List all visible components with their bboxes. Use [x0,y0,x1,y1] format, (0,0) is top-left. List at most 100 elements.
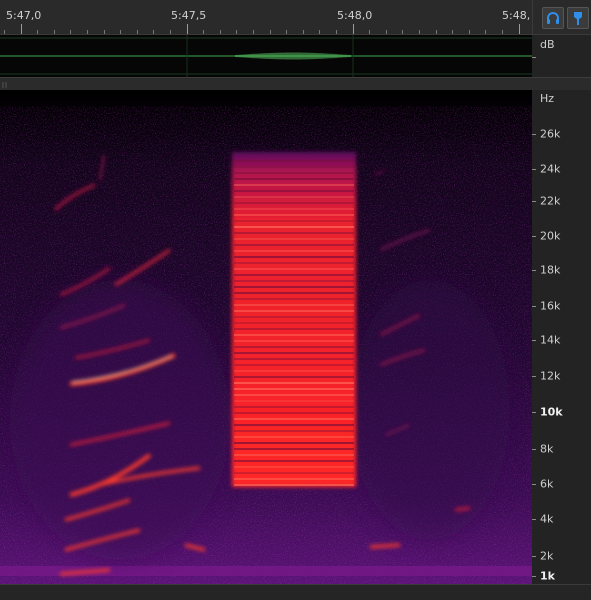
noise-burst-stripe [234,172,354,174]
time-label-1: 5:47,0 [6,9,42,22]
noise-burst-stripe [234,472,354,474]
db-unit-label: dB [540,38,555,51]
noise-burst-stripe [234,190,354,192]
noise-burst-stripe [234,262,354,264]
frequency-tick [532,201,536,202]
frequency-label: 4k [540,512,554,526]
frequency-label: 12k [540,369,561,383]
spectrogram-image [0,90,532,584]
time-tick-minor [419,30,420,34]
time-tick-minor [120,30,121,34]
noise-burst-stripe [234,304,354,306]
noise-burst-stripe [234,370,354,372]
frequency-tick [532,556,536,557]
time-tick-minor [87,30,88,34]
time-tick-minor [452,30,453,34]
noise-burst-stripe [234,226,354,228]
noise-burst-stripe [234,274,354,276]
frequency-label: 22k [540,194,561,208]
noise-burst-stripe [234,460,354,462]
time-tick-minor [485,30,486,34]
frequency-label: 1k [540,569,555,583]
waveform-view[interactable] [0,35,532,77]
noise-burst-stripe [234,436,354,438]
noise-burst-stripe [234,430,354,432]
time-tick-minor [469,30,470,34]
time-ruler[interactable]: 5:47,0 5:47,5 5:48,0 5:48, [0,0,532,35]
frequency-tick [532,484,536,485]
time-tick-minor [37,30,38,34]
time-tick-minor [253,30,254,34]
time-tick-minor [436,30,437,34]
noise-burst-stripe [234,358,354,360]
time-tick-minor [137,30,138,34]
frequency-tick [532,236,536,237]
frequency-tick [532,270,536,271]
time-tick-minor [104,30,105,34]
noise-burst-stripe [234,442,354,444]
noise-burst-stripe [234,310,354,312]
headphones-icon [546,11,560,25]
frequency-tick [532,449,536,450]
frequency-tick [532,169,536,170]
time-tick-minor [386,30,387,34]
frequency-label: 6k [540,477,554,491]
time-label-2: 5:47,5 [171,9,207,22]
ruler-toolbar [532,0,591,35]
time-tick-minor [70,30,71,34]
noise-burst-stripe [234,184,354,186]
time-tick-major [187,24,188,34]
noise-burst-stripe [234,286,354,288]
frequency-tick [532,306,536,307]
noise-burst-stripe [234,328,354,330]
frequency-label: 8k [540,442,554,456]
spectrogram-view[interactable] [0,90,532,584]
time-tick-minor [54,30,55,34]
frequency-unit-label: Hz [540,92,555,105]
noise-burst-stripe [234,220,354,222]
time-tick-minor [402,30,403,34]
frequency-label: 14k [540,333,561,347]
noise-burst-stripe [234,166,354,168]
splitter-grip-icon: || [2,82,9,89]
frequency-tick [532,412,536,413]
waveform-graph [0,35,532,77]
frequency-label: 24k [540,162,561,176]
headphones-button[interactable] [542,7,564,29]
time-tick-minor [336,30,337,34]
frequency-tick [532,340,536,341]
marker-button[interactable] [567,7,589,29]
noise-burst-stripe [234,376,354,378]
frequency-tick [532,376,536,377]
noise-burst-stripe [234,466,354,468]
time-tick-minor [270,30,271,34]
noise-burst-stripe [234,388,354,390]
horizontal-scrollbar[interactable] [0,584,591,600]
noise-burst-stripe [234,250,354,252]
noise-burst-stripe [234,208,354,210]
haze-left [10,280,230,560]
time-tick-minor [153,30,154,34]
frequency-tick [532,519,536,520]
noise-burst-stripe [234,196,354,198]
frequency-tick [532,134,536,135]
noise-burst-stripe [234,238,354,240]
time-tick-minor [319,30,320,34]
noise-burst-stripe [234,292,354,294]
noise-burst-stripe [234,214,354,216]
frequency-ruler[interactable]: Hz 26k 24k 22k 20k 18k 16k 14k 12k 10k 8k 6k 4k 2k 1k [532,90,591,584]
noise-burst-stripe [234,454,354,456]
frequency-label: 10k [540,405,563,419]
noise-burst-stripe [234,280,354,282]
time-tick-major [353,24,354,34]
frequency-label: 26k [540,127,561,141]
db-ruler: dB [532,35,591,77]
time-tick-minor [286,30,287,34]
noise-burst-stripe [234,400,354,402]
noise-burst-stripes [234,160,354,486]
noise-burst-stripe [234,340,354,342]
frequency-label: 16k [540,299,561,313]
noise-burst-stripe [234,316,354,318]
noise-burst-stripe [234,244,354,246]
noise-burst-stripe [234,202,354,204]
